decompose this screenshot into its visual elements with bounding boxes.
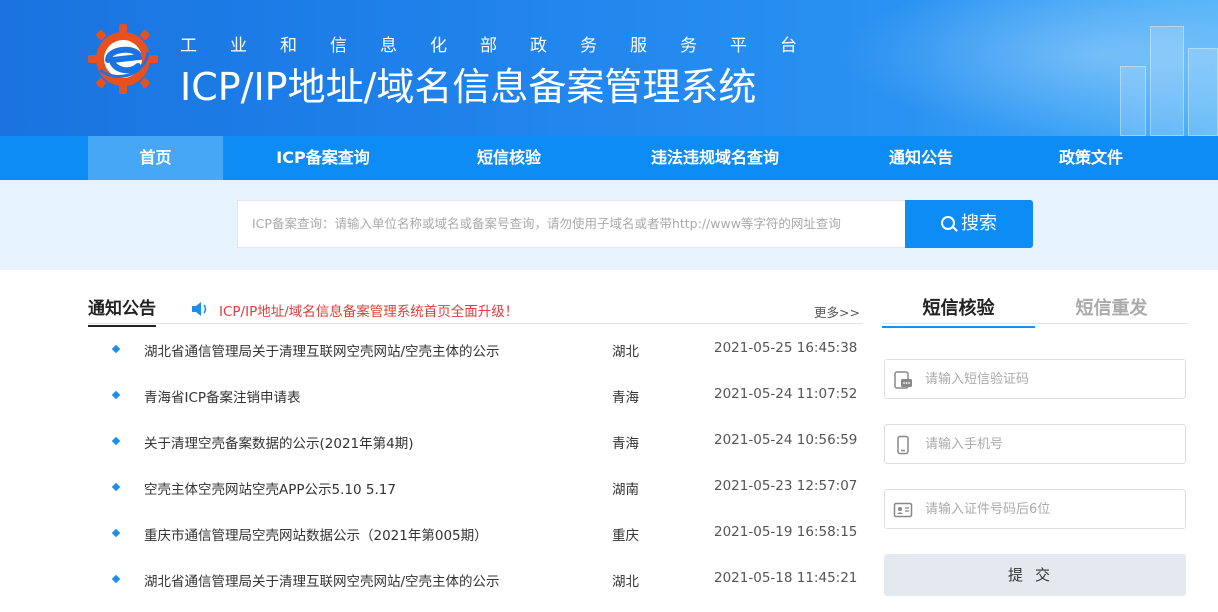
diamond-bullet-icon [111,482,121,492]
notice-row: 湖北省通信管理局关于清理互联网空壳网站/空壳主体的公示 湖北 2021-05-1… [88,558,862,604]
notice-time: 2021-05-24 10:56:59 [714,432,858,448]
system-title: ICP/IP地址/域名信息备案管理系统 [180,65,757,109]
sms-tabs: 短信核验 短信重发 [882,290,1188,328]
nav-item-illegal-domain-query[interactable]: 违法违规域名查询 [595,136,835,180]
speaker-icon [192,302,207,316]
nav-item-icp-query[interactable]: ICP备案查询 [223,136,423,180]
diamond-bullet-icon [111,344,121,354]
main-nav: 首页 ICP备案查询 短信核验 违法违规域名查询 通知公告 政策文件 [0,136,1218,180]
phone-field [884,424,1186,464]
nav-item-sms-verify[interactable]: 短信核验 [423,136,595,180]
notice-region: 青海 [612,436,639,452]
tab-sms-resend[interactable]: 短信重发 [1035,294,1188,326]
miit-logo-icon [88,24,158,94]
notices-header: 通知公告 ICP/IP地址/域名信息备案管理系统首页全面升级！ 更多>> [88,290,862,327]
notice-region: 重庆 [612,528,639,544]
id-card-icon [893,502,913,518]
notice-time: 2021-05-23 12:57:07 [714,478,858,494]
platform-name: 工业和信息化部政务服务平台 [180,36,830,56]
notice-time: 2021-05-24 11:07:52 [714,386,858,402]
diamond-bullet-icon [111,390,121,400]
notice-row: 空壳主体空壳网站空壳APP公示5.10 5.17 湖南 2021-05-23 1… [88,466,862,512]
search-button[interactable]: 搜索 [905,200,1033,248]
submit-button[interactable]: 提交 [884,554,1186,596]
header-banner: 工业和信息化部政务服务平台 ICP/IP地址/域名信息备案管理系统 [0,0,1218,136]
diamond-bullet-icon [111,528,121,538]
more-notices-link[interactable]: 更多>> [814,302,860,321]
icp-search-input[interactable]: ICP备案查询：请输入单位名称或域名或备案号查询，请勿使用子域名或者带http:… [237,200,905,248]
notice-title-link[interactable]: 空壳主体空壳网站空壳APP公示5.10 5.17 [144,478,396,498]
nav-item-notices[interactable]: 通知公告 [835,136,1007,180]
nav-item-policy-docs[interactable]: 政策文件 [1007,136,1175,180]
notice-region: 湖北 [612,574,639,590]
notice-row: 湖北省通信管理局关于清理互联网空壳网站/空壳主体的公示 湖北 2021-05-2… [88,328,862,374]
notice-row: 关于清理空壳备案数据的公示(2021年第4期) 青海 2021-05-24 10… [88,420,862,466]
banner-building-decoration [1120,66,1146,136]
notice-title-link[interactable]: 青海省ICP备案注销申请表 [144,386,301,406]
upgrade-notice-link[interactable]: ICP/IP地址/域名信息备案管理系统首页全面升级！ [219,300,518,320]
notice-row: 重庆市通信管理局空壳网站数据公示（2021年第005期） 重庆 2021-05-… [88,512,862,558]
sms-code-field [884,359,1186,399]
notice-time: 2021-05-18 11:45:21 [714,570,858,586]
notice-time: 2021-05-19 16:58:15 [714,524,858,540]
sms-code-input[interactable] [925,360,1175,398]
nav-item-home[interactable]: 首页 [88,136,223,180]
notice-region: 湖南 [612,482,639,498]
notice-title-link[interactable]: 重庆市通信管理局空壳网站数据公示（2021年第005期） [144,524,488,544]
notice-title-link[interactable]: 关于清理空壳备案数据的公示(2021年第4期) [144,432,413,452]
diamond-bullet-icon [111,574,121,584]
tab-sms-verify[interactable]: 短信核验 [882,294,1035,328]
notice-title-link[interactable]: 湖北省通信管理局关于清理互联网空壳网站/空壳主体的公示 [144,340,500,360]
search-icon [941,216,955,230]
notice-region: 湖北 [612,344,639,360]
id-number-field [884,489,1186,529]
notice-row: 青海省ICP备案注销申请表 青海 2021-05-24 11:07:52 [88,374,862,420]
phone-input[interactable] [925,425,1175,463]
search-button-label: 搜索 [961,213,997,234]
message-icon [894,371,912,389]
diamond-bullet-icon [111,436,121,446]
notice-region: 青海 [612,390,639,406]
notice-time: 2021-05-25 16:45:38 [714,340,858,356]
phone-icon [897,435,909,455]
search-area: ICP备案查询：请输入单位名称或域名或备案号查询，请勿使用子域名或者带http:… [0,180,1218,270]
banner-building-decoration [1150,26,1184,136]
notices-title[interactable]: 通知公告 [88,294,156,327]
banner-building-decoration [1188,48,1218,136]
id-number-input[interactable] [925,490,1175,528]
notice-title-link[interactable]: 湖北省通信管理局关于清理互联网空壳网站/空壳主体的公示 [144,570,500,590]
